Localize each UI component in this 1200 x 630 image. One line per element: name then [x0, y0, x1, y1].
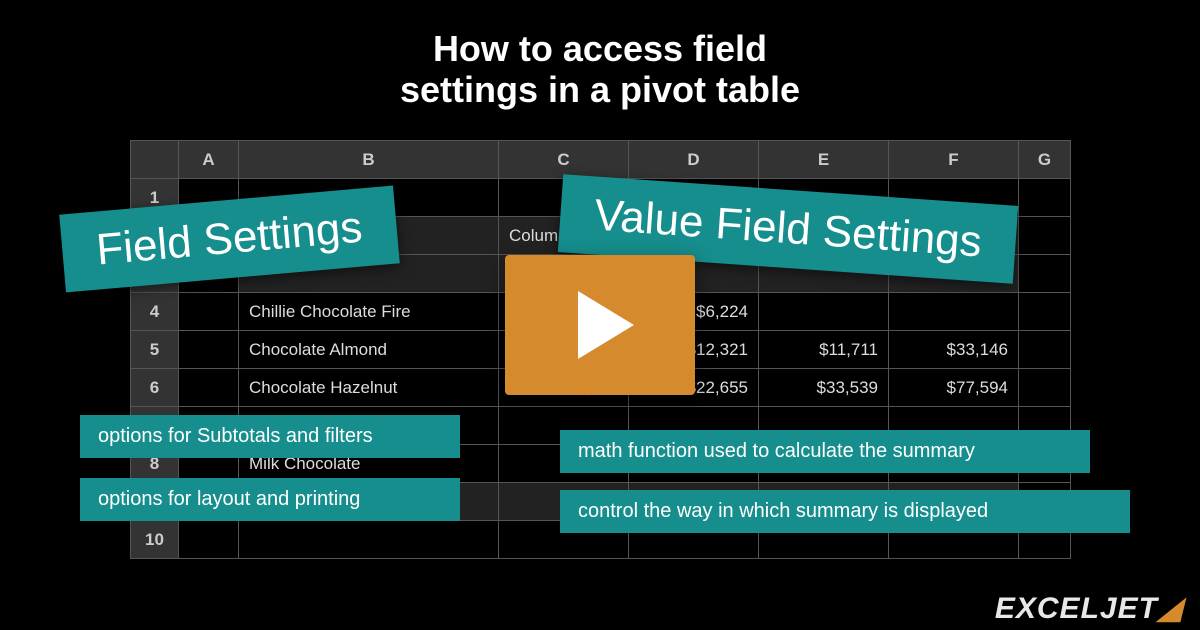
pivot-row-label: Chocolate Hazelnut — [239, 369, 499, 407]
col-header-c: C — [499, 141, 629, 179]
pivot-cell: $11,711 — [759, 331, 889, 369]
col-header-a: A — [179, 141, 239, 179]
title-line-2: settings in a pivot table — [400, 69, 800, 110]
pivot-row-label: Chocolate Almond — [239, 331, 499, 369]
page-title: How to access field settings in a pivot … — [0, 0, 1200, 111]
play-button[interactable] — [505, 255, 695, 395]
row-header: 5 — [131, 331, 179, 369]
title-line-1: How to access field — [433, 28, 767, 69]
col-header-d: D — [629, 141, 759, 179]
logo-accent-icon: ◢ — [1158, 592, 1182, 625]
caption-display: control the way in which summary is disp… — [560, 490, 1130, 533]
row-header: 6 — [131, 369, 179, 407]
col-header-f: F — [889, 141, 1019, 179]
pivot-row-label: Chillie Chocolate Fire — [239, 293, 499, 331]
col-header-b: B — [239, 141, 499, 179]
caption-subtotals: options for Subtotals and filters — [80, 415, 460, 458]
col-header-e: E — [759, 141, 889, 179]
row-header: 10 — [131, 521, 179, 559]
row-header: 4 — [131, 293, 179, 331]
pivot-cell — [889, 293, 1019, 331]
column-header-row: A B C D E F G — [131, 141, 1071, 179]
logo-text: EXCELJET — [995, 592, 1158, 625]
col-header-g: G — [1019, 141, 1071, 179]
caption-layout: options for layout and printing — [80, 478, 460, 521]
caption-math-function: math function used to calculate the summ… — [560, 430, 1090, 473]
exceljet-logo: EXCELJET◢ — [995, 591, 1182, 626]
play-icon — [578, 291, 634, 359]
pivot-cell: $33,539 — [759, 369, 889, 407]
pivot-cell — [759, 293, 889, 331]
pivot-cell: $33,146 — [889, 331, 1019, 369]
corner-cell — [131, 141, 179, 179]
pivot-cell: $77,594 — [889, 369, 1019, 407]
